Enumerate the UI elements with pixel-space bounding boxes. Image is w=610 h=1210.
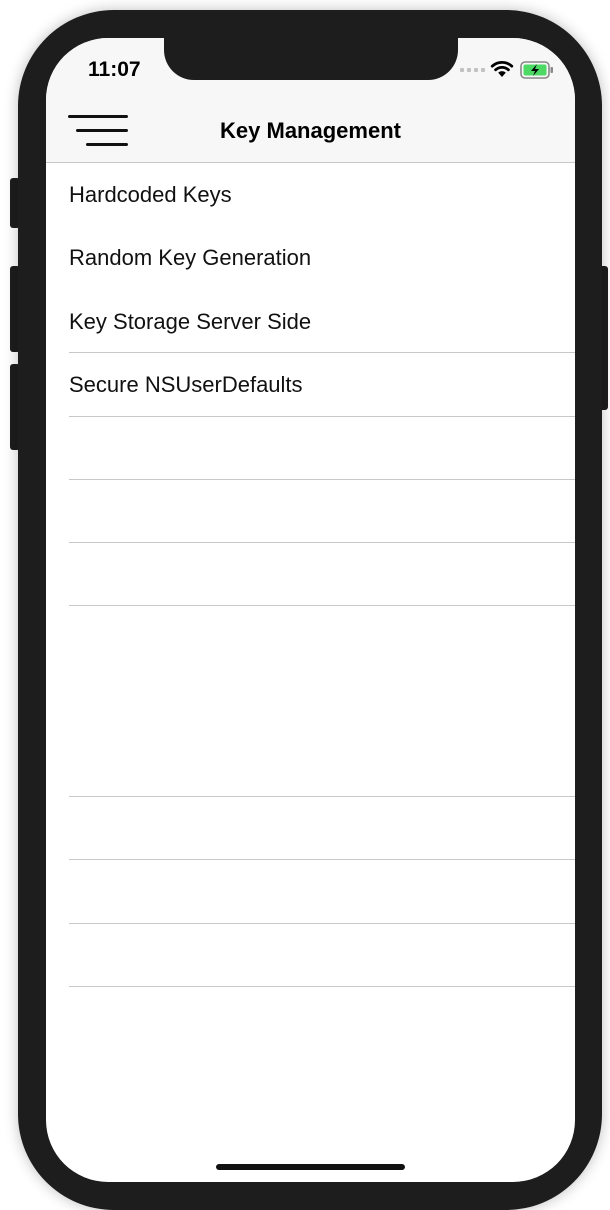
list-item-random-key-generation[interactable]: Random Key Generation <box>69 226 575 289</box>
list-item-label: Key Storage Server Side <box>69 308 312 334</box>
home-indicator[interactable] <box>216 1164 405 1170</box>
battery-charging-icon <box>520 61 553 79</box>
page-title: Key Management <box>220 118 401 143</box>
row-separator <box>69 923 575 924</box>
row-separator <box>69 605 575 606</box>
list-item-label: Secure NSUserDefaults <box>69 371 303 397</box>
row-separator <box>69 479 575 480</box>
notch <box>164 38 458 80</box>
row-separator <box>69 542 575 543</box>
cellular-signal-icon <box>460 68 485 72</box>
wifi-icon <box>490 61 514 77</box>
row-separator <box>69 796 575 797</box>
row-separator <box>69 416 575 417</box>
list-item-hardcoded-keys[interactable]: Hardcoded Keys <box>69 163 575 226</box>
row-separator <box>69 859 575 860</box>
list-item-label: Random Key Generation <box>69 244 312 270</box>
screen: 11:07 Key Management Hardcoded Keys Rand <box>46 38 575 1182</box>
navigation-bar: 11:07 Key Management <box>46 38 575 163</box>
row-separator <box>69 986 575 987</box>
list-item-label: Hardcoded Keys <box>69 181 232 207</box>
list-item-secure-nsuserdefaults[interactable]: Secure NSUserDefaults <box>69 353 575 416</box>
list-item-key-storage-server-side[interactable]: Key Storage Server Side <box>69 290 575 353</box>
status-time: 11:07 <box>88 58 141 81</box>
